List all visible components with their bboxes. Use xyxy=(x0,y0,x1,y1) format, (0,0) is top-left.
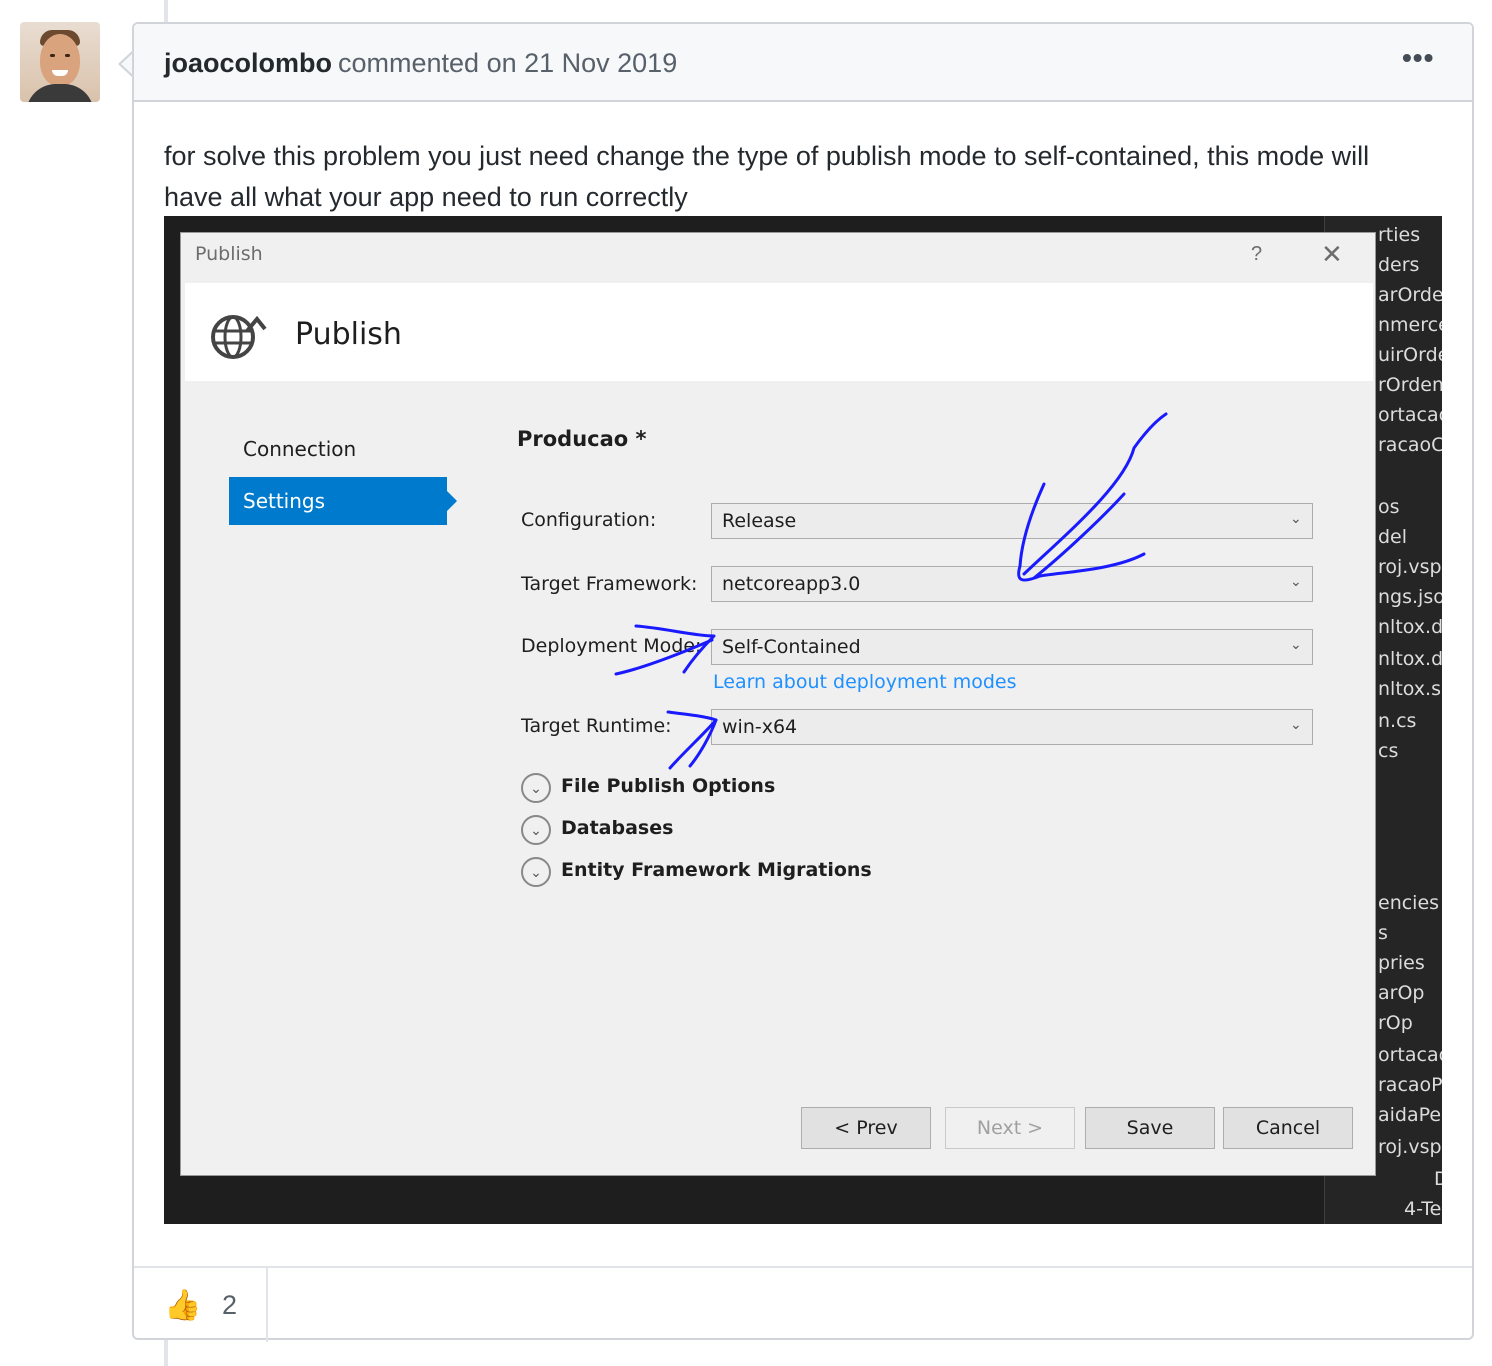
solution-explorer-item[interactable]: rties xyxy=(1378,224,1420,246)
next-button[interactable]: Next > xyxy=(945,1107,1075,1149)
solution-explorer-item[interactable]: racaoP xyxy=(1378,1074,1442,1096)
expand-chevron-icon: ⌄ xyxy=(521,857,551,887)
cancel-button[interactable]: Cancel xyxy=(1223,1107,1353,1149)
configuration-value: Release xyxy=(722,510,797,532)
target-runtime-value: win-x64 xyxy=(722,716,798,738)
chevron-down-icon: ⌄ xyxy=(1290,716,1302,732)
save-button[interactable]: Save xyxy=(1085,1107,1215,1149)
solution-explorer-item[interactable]: rOp xyxy=(1378,1012,1413,1034)
nav-settings[interactable]: Settings xyxy=(229,477,457,525)
solution-explorer-item[interactable]: s xyxy=(1378,922,1388,944)
publish-dialog: Publish ? ✕ Publish Connection Settings … xyxy=(180,232,1376,1176)
deployment-mode-value: Self-Contained xyxy=(722,636,861,658)
expander-label: Entity Framework Migrations xyxy=(561,859,872,881)
comment-body: for solve this problem you just need cha… xyxy=(164,141,1370,212)
solution-explorer-item[interactable]: ortacao xyxy=(1378,1044,1442,1066)
solution-explorer-item[interactable]: racaoC xyxy=(1378,434,1442,456)
expander-label: Databases xyxy=(561,817,674,839)
solution-explorer-item[interactable]: roj.vsp xyxy=(1378,1136,1442,1158)
expand-chevron-icon: ⌄ xyxy=(521,773,551,803)
deployment-mode-select[interactable]: Self-Contained ⌄ xyxy=(711,629,1313,665)
solution-explorer-item[interactable]: ngs.jso xyxy=(1378,586,1442,608)
reactions-bar: 👍 2 xyxy=(134,1266,1472,1342)
comment-header: joaocolombo commented on 21 Nov 2019 ••• xyxy=(134,24,1472,102)
nav-connection[interactable]: Connection xyxy=(243,437,356,461)
target-framework-label: Target Framework: xyxy=(521,573,698,595)
solution-explorer-item[interactable]: roj.vsps xyxy=(1378,556,1442,578)
expander-label: File Publish Options xyxy=(561,775,776,797)
solution-explorer-item[interactable]: arOp xyxy=(1378,982,1424,1004)
solution-explorer-item[interactable]: nltox.d xyxy=(1378,616,1442,638)
solution-explorer-item[interactable]: del xyxy=(1378,526,1407,548)
dialog-banner: Publish xyxy=(185,283,1373,381)
more-options-icon[interactable]: ••• xyxy=(1402,42,1434,74)
solution-explorer-item[interactable]: os xyxy=(1378,496,1400,518)
configuration-select[interactable]: Release ⌄ xyxy=(711,503,1313,539)
profile-name: Producao * xyxy=(517,427,647,451)
target-framework-value: netcoreapp3.0 xyxy=(722,573,861,595)
help-icon[interactable]: ? xyxy=(1251,243,1262,266)
chevron-down-icon: ⌄ xyxy=(1290,510,1302,526)
solution-explorer-item[interactable]: arOrder xyxy=(1378,284,1442,306)
learn-deployment-modes-link[interactable]: Learn about deployment modes xyxy=(713,671,1016,693)
chevron-down-icon: ⌄ xyxy=(1290,636,1302,652)
solution-explorer-item[interactable]: ortacao xyxy=(1378,404,1442,426)
target-framework-select[interactable]: netcoreapp3.0 ⌄ xyxy=(711,566,1313,602)
target-runtime-label: Target Runtime: xyxy=(521,715,672,737)
solution-explorer-item[interactable]: nmerce xyxy=(1378,314,1442,336)
configuration-label: Configuration: xyxy=(521,509,657,531)
solution-explorer-item[interactable]: DataApp xyxy=(1434,1168,1442,1190)
dialog-heading: Publish xyxy=(295,317,402,352)
solution-explorer-item[interactable]: n.cs xyxy=(1378,710,1416,732)
thumbs-up-icon: 👍 xyxy=(164,1289,202,1322)
globe-publish-icon xyxy=(211,315,267,359)
solution-explorer-item[interactable]: ders xyxy=(1378,254,1419,276)
target-runtime-select[interactable]: win-x64 ⌄ xyxy=(711,709,1313,745)
solution-explorer-item[interactable]: rOrdem xyxy=(1378,374,1442,396)
solution-explorer-item[interactable]: encies xyxy=(1378,892,1439,914)
chevron-down-icon: ⌄ xyxy=(1290,573,1302,589)
dialog-title: Publish xyxy=(195,243,263,265)
solution-explorer-item[interactable]: 4-Tests xyxy=(1404,1198,1442,1220)
close-icon[interactable]: ✕ xyxy=(1321,239,1343,270)
avatar[interactable] xyxy=(20,22,100,102)
solution-explorer-item[interactable]: cs xyxy=(1378,740,1398,762)
solution-explorer-item[interactable]: uirOrder xyxy=(1378,344,1442,366)
attached-screenshot[interactable]: rties ders arOrder nmerce uirOrder rOrdem orta… xyxy=(164,216,1442,1224)
comment-box: joaocolombo commented on 21 Nov 2019 •••… xyxy=(132,22,1474,1342)
prev-button[interactable]: < Prev xyxy=(801,1107,931,1149)
nav-settings-label: Settings xyxy=(243,489,326,513)
comment-author-link[interactable]: joaocolombo xyxy=(164,48,332,79)
reaction-count: 2 xyxy=(222,1290,238,1320)
deployment-mode-label: Deployment Mode: xyxy=(521,635,702,657)
solution-explorer-item[interactable]: pries xyxy=(1378,952,1425,974)
solution-explorer-item[interactable]: aidaPe xyxy=(1378,1104,1441,1126)
solution-explorer-item[interactable]: nltox.d xyxy=(1378,648,1442,670)
solution-explorer-item[interactable]: nltox.so xyxy=(1378,678,1442,700)
expand-chevron-icon: ⌄ xyxy=(521,815,551,845)
comment-timestamp[interactable]: commented on 21 Nov 2019 xyxy=(338,48,677,79)
thumbs-up-reaction[interactable]: 👍 2 xyxy=(134,1268,268,1342)
